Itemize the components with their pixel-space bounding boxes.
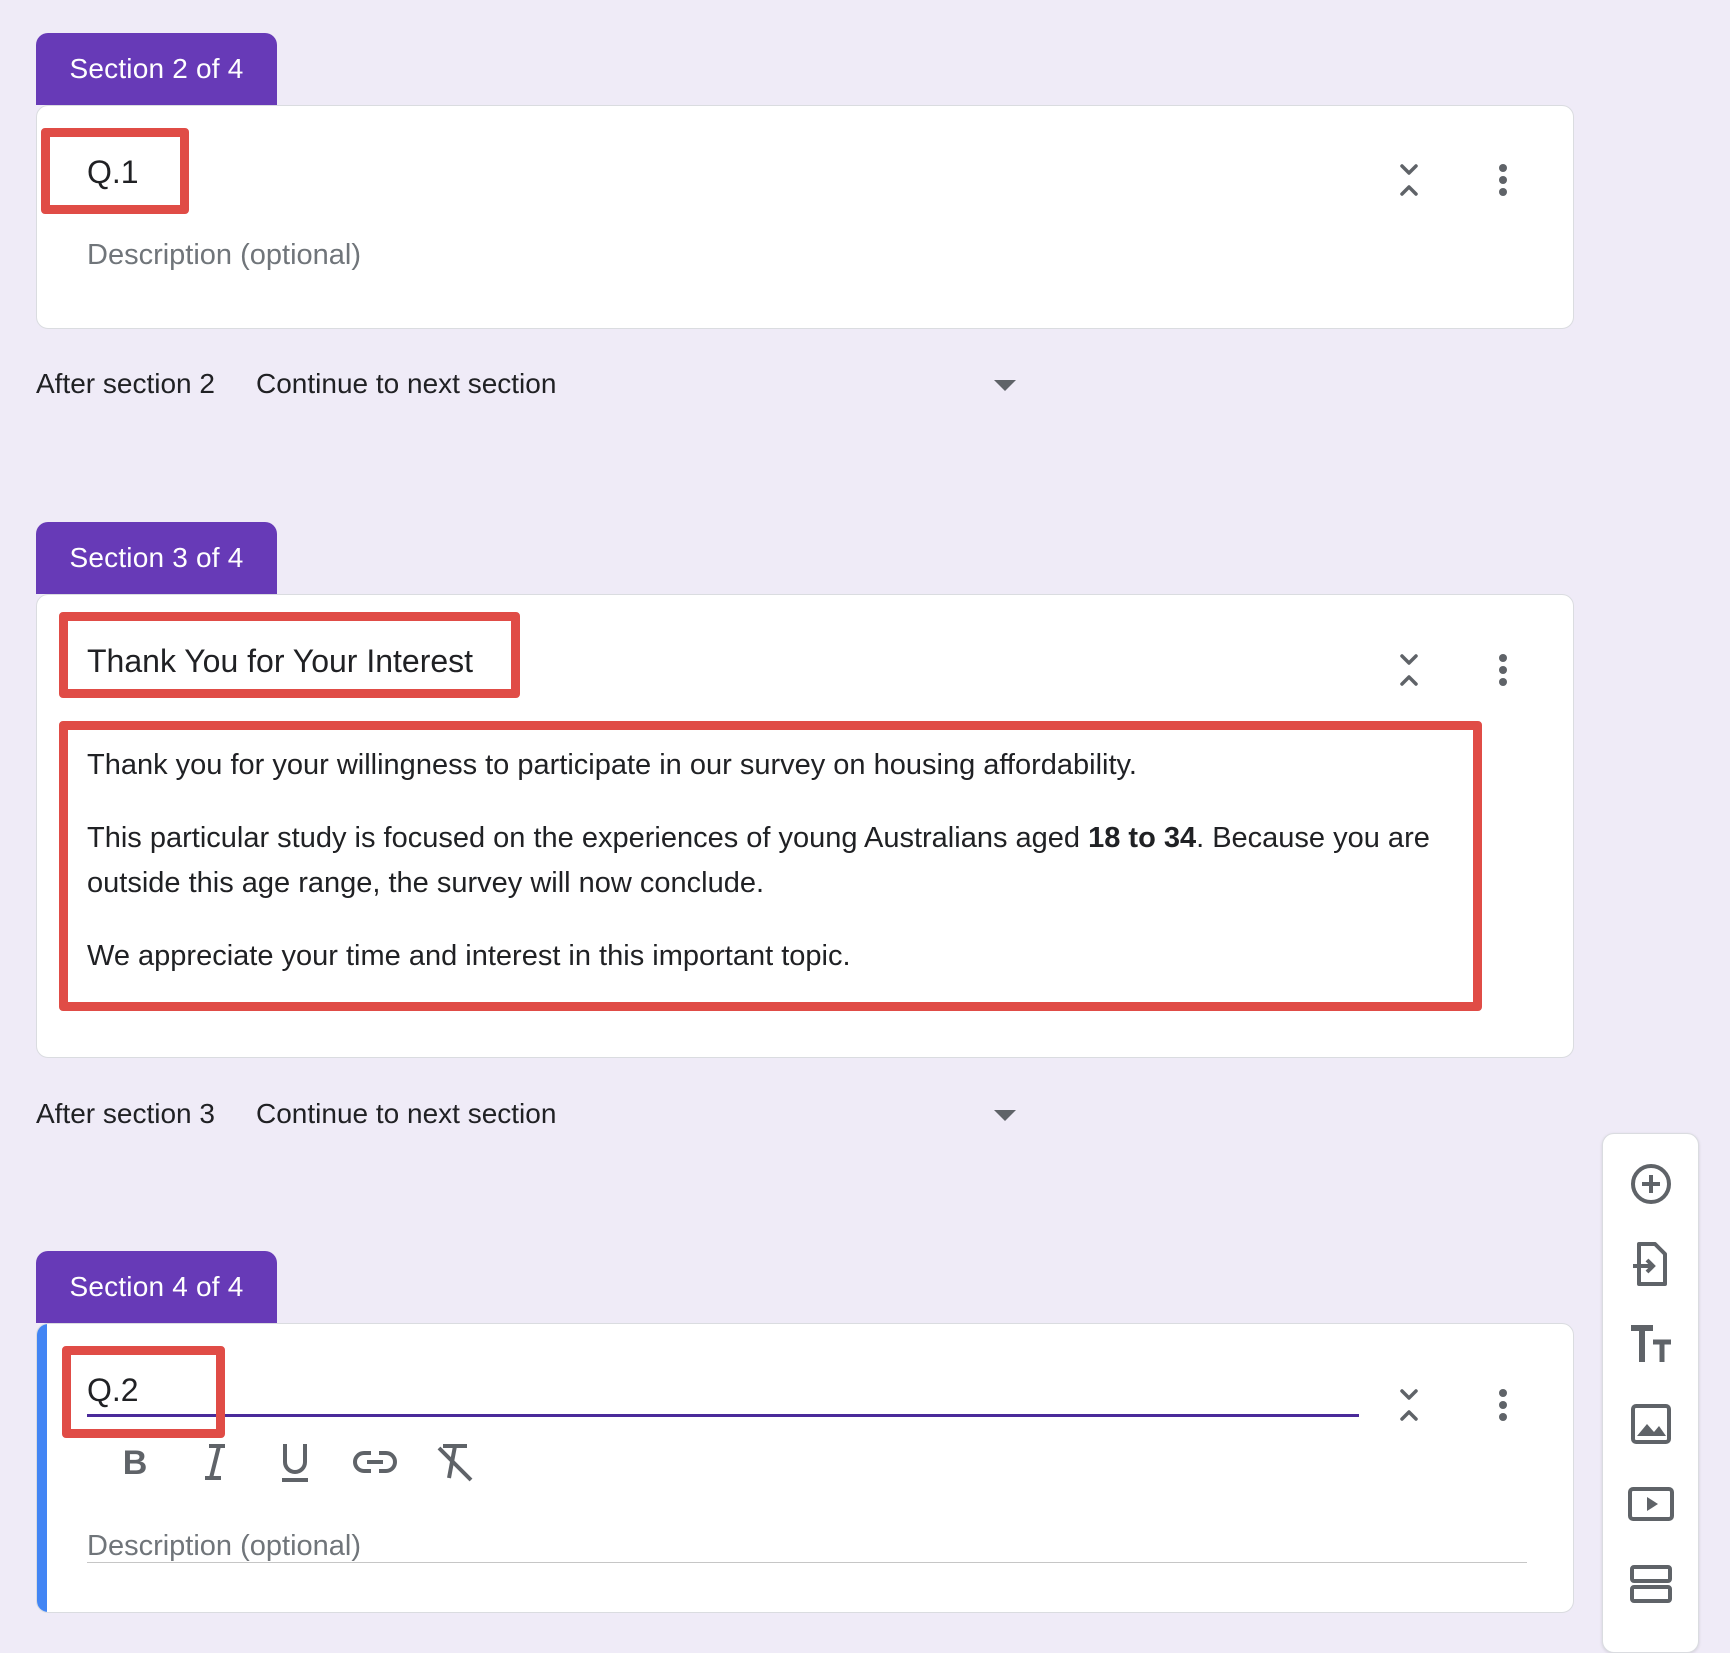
import-questions-icon — [1633, 1242, 1667, 1286]
active-section-indicator — [37, 1324, 47, 1612]
underline-icon — [282, 1444, 308, 1482]
after-section-label: After section 2 — [36, 368, 215, 399]
add-video-icon — [1628, 1487, 1674, 1521]
add-image-icon — [1631, 1404, 1671, 1444]
add-section-button[interactable] — [1621, 1554, 1681, 1614]
bold-icon: B — [123, 1444, 148, 1482]
bold-text: 18 to 34 — [1088, 822, 1197, 854]
section-title[interactable]: Q.1 — [87, 154, 139, 191]
add-title-button[interactable] — [1621, 1314, 1681, 1374]
dropdown-arrow-icon — [994, 380, 1016, 391]
section-description-field[interactable]: Thank you for your willingness to partic… — [87, 743, 1477, 979]
more-options-button[interactable] — [1479, 156, 1527, 204]
title-input-underline — [87, 1414, 1359, 1417]
more-options-button[interactable] — [1479, 1381, 1527, 1429]
collapse-icon — [1400, 164, 1418, 196]
collapse-section-button[interactable] — [1385, 1381, 1433, 1429]
after-section-value: Continue to next section — [256, 1098, 557, 1129]
add-section-icon — [1630, 1565, 1672, 1603]
description-underline — [87, 1562, 1527, 1563]
clear-format-button[interactable] — [427, 1434, 483, 1490]
collapse-section-button[interactable] — [1385, 646, 1433, 694]
section-3-tab: Section 3 of 4 — [36, 522, 277, 594]
bold-button[interactable]: B — [107, 1434, 163, 1490]
add-video-button[interactable] — [1621, 1474, 1681, 1534]
description-paragraph: This particular study is focused on the … — [87, 822, 1430, 899]
collapse-section-button[interactable] — [1385, 156, 1433, 204]
section-4-tab: Section 4 of 4 — [36, 1251, 277, 1323]
section-3-card[interactable]: Thank You for Your Interest Thank you fo… — [36, 594, 1574, 1058]
add-question-icon — [1631, 1164, 1671, 1204]
section-description-field[interactable]: Description (optional) — [87, 239, 361, 272]
description-paragraph: Thank you for your willingness to partic… — [87, 749, 1137, 781]
section-description-field[interactable]: Description (optional) — [87, 1530, 361, 1563]
after-section-dropdown[interactable]: Continue to next section — [256, 368, 1056, 408]
collapse-icon — [1400, 654, 1418, 686]
section-title-input[interactable]: Q.2 — [87, 1372, 139, 1409]
more-options-button[interactable] — [1479, 646, 1527, 694]
add-title-icon — [1631, 1325, 1671, 1362]
import-questions-button[interactable] — [1621, 1234, 1681, 1294]
more-vert-icon — [1499, 654, 1507, 686]
section-2-card[interactable]: Q.1 Description (optional) — [36, 105, 1574, 329]
add-question-button[interactable] — [1621, 1154, 1681, 1214]
italic-button[interactable] — [187, 1434, 243, 1490]
more-vert-icon — [1499, 164, 1507, 196]
dropdown-arrow-icon — [994, 1110, 1016, 1121]
floating-toolbar — [1602, 1133, 1699, 1653]
link-icon — [353, 1451, 397, 1473]
clear-format-icon — [437, 1444, 473, 1482]
collapse-icon — [1400, 1389, 1418, 1421]
underline-button[interactable] — [267, 1434, 323, 1490]
link-button[interactable] — [347, 1434, 403, 1490]
after-section-value: Continue to next section — [256, 368, 557, 399]
more-vert-icon — [1499, 1389, 1507, 1421]
section-2-tab: Section 2 of 4 — [36, 33, 277, 105]
after-section-dropdown[interactable]: Continue to next section — [256, 1098, 1056, 1138]
after-section-label: After section 3 — [36, 1098, 215, 1129]
description-paragraph: We appreciate your time and interest in … — [87, 940, 851, 972]
section-4-card[interactable]: Q.2 B Description (optional) — [36, 1323, 1574, 1613]
svg-text:B: B — [123, 1444, 148, 1482]
italic-icon — [205, 1444, 225, 1480]
add-image-button[interactable] — [1621, 1394, 1681, 1454]
section-title[interactable]: Thank You for Your Interest — [87, 643, 473, 680]
